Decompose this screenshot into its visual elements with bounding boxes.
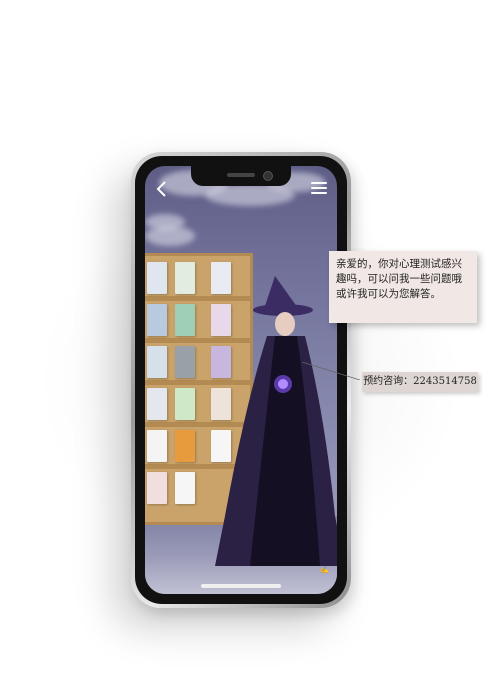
speech-bubble-text: 亲爱的，你对心理测试感兴趣吗，可以问我一些问题哦 或许我可以为您解答。 — [336, 258, 462, 300]
speaker-grille — [227, 173, 255, 177]
book[interactable] — [147, 262, 167, 294]
book[interactable] — [175, 472, 195, 504]
book[interactable] — [175, 304, 195, 336]
witch-illustration — [215, 276, 337, 566]
callout-pointer-line — [302, 362, 360, 380]
book[interactable] — [175, 346, 195, 378]
book[interactable] — [175, 388, 195, 420]
phone-notch — [191, 166, 291, 186]
back-icon[interactable] — [154, 180, 172, 198]
book[interactable] — [147, 472, 167, 504]
book[interactable] — [175, 262, 195, 294]
cloud — [145, 226, 195, 246]
artist-signature: ✍ — [320, 566, 329, 574]
contact-text: 预约咨询：2243514758 — [363, 376, 477, 387]
contact-label[interactable]: 预约咨询：2243514758 — [362, 372, 478, 392]
book[interactable] — [147, 304, 167, 336]
hamburger-menu-icon[interactable] — [311, 182, 327, 196]
phone-frame: ✍ — [131, 152, 351, 608]
book[interactable] — [147, 430, 167, 462]
book[interactable] — [147, 388, 167, 420]
app-screen: ✍ — [145, 166, 337, 594]
camera-icon — [263, 171, 273, 181]
phone-bezel: ✍ — [135, 156, 347, 604]
speech-bubble: 亲爱的，你对心理测试感兴趣吗，可以问我一些问题哦 或许我可以为您解答。 — [329, 251, 477, 323]
book[interactable] — [147, 346, 167, 378]
home-indicator — [201, 584, 281, 588]
book[interactable] — [175, 430, 195, 462]
